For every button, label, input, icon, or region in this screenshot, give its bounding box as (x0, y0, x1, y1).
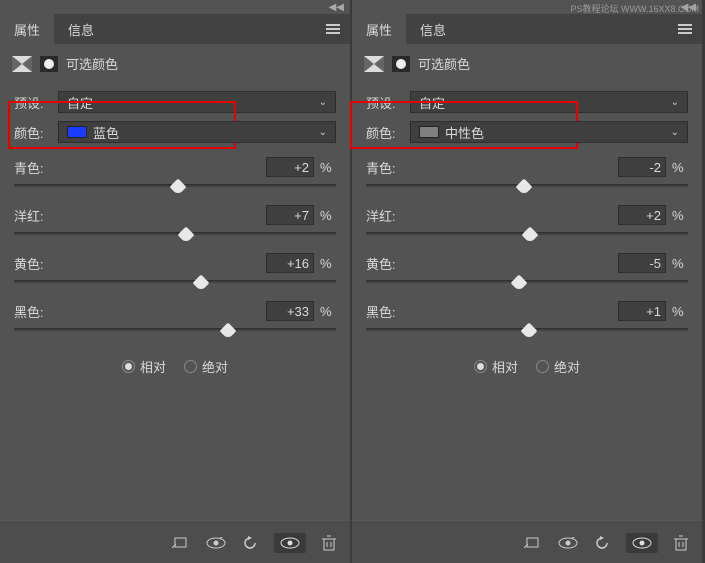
color-value: 蓝色 (93, 123, 119, 142)
preset-value: 自定 (419, 93, 445, 112)
view-previous-icon[interactable] (558, 537, 578, 549)
radio-relative-label: 相对 (492, 357, 518, 376)
watermark-text: PS教程论坛 WWW.16XX8.COM (570, 2, 699, 15)
selective-color-icon (364, 56, 384, 72)
cyan-label: 青色: (14, 158, 266, 177)
radio-relative-label: 相对 (140, 357, 166, 376)
color-label: 颜色: (366, 123, 404, 142)
percent-label: % (320, 256, 336, 271)
radio-absolute-label: 绝对 (554, 357, 580, 376)
panel-footer (0, 522, 350, 563)
magenta-input[interactable] (618, 205, 666, 225)
magenta-label: 洋红: (14, 206, 266, 225)
percent-label: % (672, 256, 688, 271)
cyan-input[interactable] (266, 157, 314, 177)
visibility-icon[interactable] (626, 533, 658, 553)
color-swatch (419, 126, 439, 138)
panel-menu-icon[interactable] (326, 24, 340, 34)
panel-menu-icon[interactable] (678, 24, 692, 34)
cyan-slider[interactable] (14, 181, 336, 195)
magenta-slider[interactable] (14, 229, 336, 243)
percent-label: % (320, 304, 336, 319)
clip-to-layer-icon[interactable] (172, 536, 190, 550)
percent-label: % (320, 160, 336, 175)
percent-label: % (672, 160, 688, 175)
adjustment-title: 可选颜色 (418, 54, 470, 73)
radio-absolute[interactable]: 绝对 (184, 357, 228, 376)
properties-panel-left: ◀◀ 属性 信息 可选颜色 预设: 自定 ⌄ 颜色: 蓝色 (0, 0, 350, 563)
magenta-label: 洋红: (366, 206, 618, 225)
radio-relative[interactable]: 相对 (122, 357, 166, 376)
preset-label: 预设: (14, 93, 52, 112)
chevron-down-icon: ⌄ (671, 127, 679, 138)
color-swatch (67, 126, 87, 138)
chevron-down-icon: ⌄ (319, 127, 327, 138)
yellow-input[interactable] (266, 253, 314, 273)
preset-dropdown[interactable]: 自定 ⌄ (410, 91, 688, 113)
cyan-input[interactable] (618, 157, 666, 177)
black-slider[interactable] (366, 325, 688, 339)
color-value: 中性色 (445, 123, 484, 142)
view-previous-icon[interactable] (206, 537, 226, 549)
color-label: 颜色: (14, 123, 52, 142)
tab-info[interactable]: 信息 (406, 14, 460, 44)
adjustment-title: 可选颜色 (66, 54, 118, 73)
trash-icon[interactable] (322, 535, 336, 551)
preset-label: 预设: (366, 93, 404, 112)
tab-properties[interactable]: 属性 (352, 14, 406, 44)
yellow-input[interactable] (618, 253, 666, 273)
reset-icon[interactable] (242, 536, 258, 550)
preset-dropdown[interactable]: 自定 ⌄ (58, 91, 336, 113)
percent-label: % (672, 208, 688, 223)
black-label: 黑色: (366, 302, 618, 321)
black-input[interactable] (618, 301, 666, 321)
percent-label: % (672, 304, 688, 319)
yellow-slider[interactable] (14, 277, 336, 291)
panel-footer (352, 522, 702, 563)
magenta-input[interactable] (266, 205, 314, 225)
yellow-slider[interactable] (366, 277, 688, 291)
percent-label: % (320, 208, 336, 223)
radio-absolute[interactable]: 绝对 (536, 357, 580, 376)
radio-absolute-label: 绝对 (202, 357, 228, 376)
layer-mask-icon (392, 56, 410, 72)
tab-info[interactable]: 信息 (54, 14, 108, 44)
tab-bar: 属性 信息 (352, 14, 702, 44)
reset-icon[interactable] (594, 536, 610, 550)
chevron-down-icon: ⌄ (319, 97, 327, 108)
color-dropdown[interactable]: 中性色 ⌄ (410, 121, 688, 143)
magenta-slider[interactable] (366, 229, 688, 243)
layer-mask-icon (40, 56, 58, 72)
yellow-label: 黄色: (366, 254, 618, 273)
preset-value: 自定 (67, 93, 93, 112)
properties-panel-right: ◀◀ 属性 信息 可选颜色 预设: 自定 ⌄ 颜色: 中性色 (352, 0, 702, 563)
selective-color-icon (12, 56, 32, 72)
radio-relative[interactable]: 相对 (474, 357, 518, 376)
black-input[interactable] (266, 301, 314, 321)
cyan-slider[interactable] (366, 181, 688, 195)
tab-bar: 属性 信息 (0, 14, 350, 44)
black-label: 黑色: (14, 302, 266, 321)
yellow-label: 黄色: (14, 254, 266, 273)
chevron-down-icon: ⌄ (671, 97, 679, 108)
collapse-icon[interactable]: ◀◀ (329, 2, 344, 13)
visibility-icon[interactable] (274, 533, 306, 553)
cyan-label: 青色: (366, 158, 618, 177)
clip-to-layer-icon[interactable] (524, 536, 542, 550)
tab-properties[interactable]: 属性 (0, 14, 54, 44)
black-slider[interactable] (14, 325, 336, 339)
trash-icon[interactable] (674, 535, 688, 551)
color-dropdown[interactable]: 蓝色 ⌄ (58, 121, 336, 143)
